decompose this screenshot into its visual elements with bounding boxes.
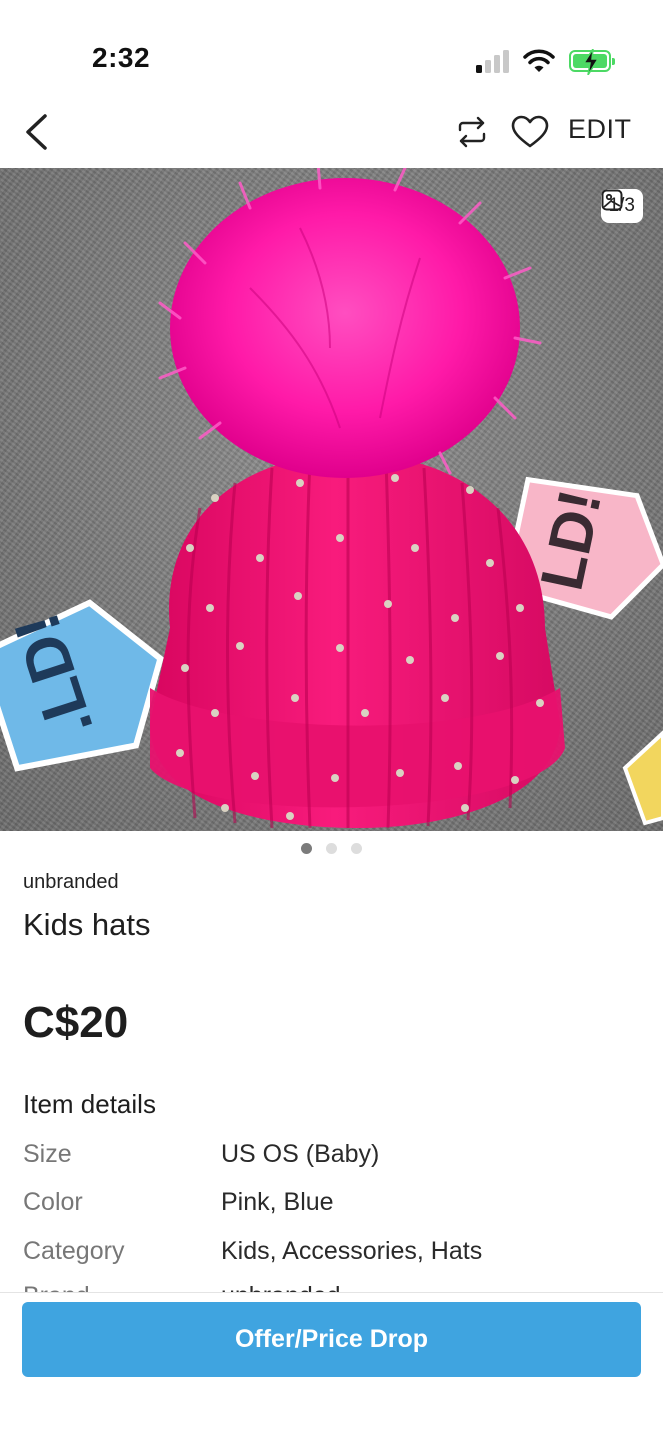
detail-row-color: Color Pink, Blue bbox=[23, 1188, 643, 1220]
product-photo-kids-hat: .LD! LD! bbox=[0, 168, 663, 829]
item-details-heading: Item details bbox=[23, 1089, 156, 1119]
navigation-bar: EDIT bbox=[0, 100, 663, 168]
like-button[interactable] bbox=[509, 112, 551, 152]
listing-title: Kids hats bbox=[23, 907, 151, 942]
detail-value: Pink, Blue bbox=[221, 1188, 334, 1216]
detail-value[interactable]: US OS (Baby) bbox=[221, 1140, 379, 1169]
back-button[interactable] bbox=[16, 110, 56, 154]
detail-value[interactable]: unbranded bbox=[221, 1282, 341, 1292]
listing-price: C$20 bbox=[23, 998, 129, 1047]
status-time: 2:32 bbox=[92, 42, 151, 73]
detail-label: Color bbox=[23, 1188, 83, 1216]
bottom-action-bar: Offer/Price Drop bbox=[0, 1292, 663, 1441]
detail-value[interactable]: Kids, Accessories, Hats bbox=[221, 1237, 482, 1266]
carousel-dot[interactable] bbox=[326, 843, 337, 854]
product-image-carousel[interactable]: .LD! LD! 1/3 bbox=[0, 168, 663, 831]
image-counter-badge: 1/3 bbox=[600, 189, 643, 223]
gallery-icon bbox=[601, 189, 623, 211]
detail-row-size: Size US OS (Baby) bbox=[23, 1140, 643, 1172]
offer-price-drop-button[interactable]: Offer/Price Drop bbox=[22, 1302, 641, 1377]
carousel-dot[interactable] bbox=[301, 843, 312, 854]
repost-button[interactable] bbox=[452, 112, 492, 152]
chevron-left-icon bbox=[26, 114, 47, 150]
detail-label: Brand bbox=[23, 1282, 90, 1292]
carousel-pagination bbox=[0, 843, 663, 854]
detail-row-brand: Brand unbranded bbox=[0, 1278, 663, 1292]
edit-button[interactable]: EDIT bbox=[568, 114, 632, 145]
detail-label: Size bbox=[23, 1140, 72, 1168]
heart-icon bbox=[511, 115, 549, 148]
status-icons bbox=[476, 46, 615, 76]
cellular-signal-icon bbox=[476, 49, 509, 73]
battery-charging-icon bbox=[569, 49, 615, 75]
carousel-dot[interactable] bbox=[351, 843, 362, 854]
listing-brand[interactable]: unbranded bbox=[23, 871, 119, 894]
detail-row-category: Category Kids, Accessories, Hats bbox=[23, 1237, 643, 1269]
status-bar: 2:32 bbox=[0, 0, 663, 100]
detail-label: Category bbox=[23, 1237, 125, 1265]
repost-icon bbox=[458, 116, 486, 148]
wifi-icon bbox=[523, 49, 555, 72]
